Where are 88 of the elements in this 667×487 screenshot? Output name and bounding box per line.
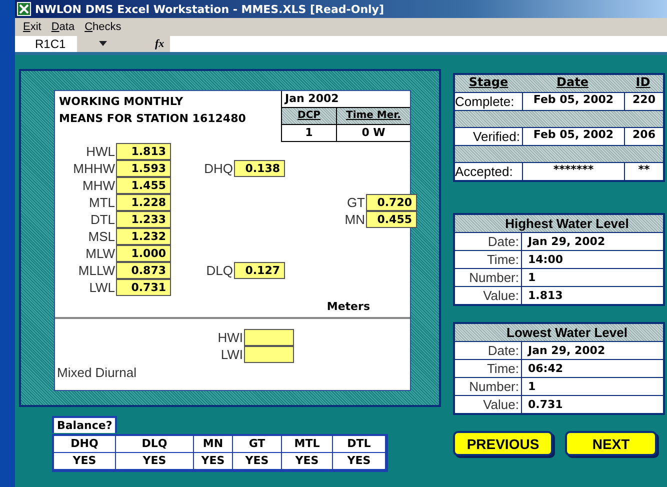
stage-column-header: Stage <box>468 75 510 91</box>
row-value: 1 <box>527 379 537 395</box>
inequality-label: DLQ <box>205 262 233 279</box>
table-title: Lowest Water Level <box>455 324 663 341</box>
range-label: MN <box>344 211 365 228</box>
interval-value <box>244 329 294 346</box>
datum-label: LWL <box>88 279 115 296</box>
range-value: 0.455 <box>366 211 417 228</box>
datum-value: 1.813 <box>116 143 171 160</box>
balance-header: DHQ <box>54 436 116 453</box>
datum-value: 1.593 <box>116 160 171 177</box>
dcp-header: DCP <box>282 108 336 124</box>
formula-field[interactable] <box>170 36 667 52</box>
datum-value: 1.455 <box>116 177 171 194</box>
datum-label: MSL <box>87 228 115 245</box>
range-value: 0.720 <box>366 194 417 211</box>
datum-label: MLW <box>84 245 115 262</box>
balance-header: DTL <box>333 436 386 453</box>
inequality-value: 0.127 <box>234 262 285 279</box>
time-meridian-header: Time Mer. <box>336 108 410 124</box>
interval-label: HWI <box>216 329 243 346</box>
row-label: Date: <box>455 342 522 359</box>
row-value: 0.731 <box>527 397 564 413</box>
menu-item[interactable]: Exit <box>23 20 42 32</box>
datum-value: 0.731 <box>116 279 171 296</box>
balance-cell: YES <box>194 453 233 470</box>
datum-label: MLLW <box>77 262 115 279</box>
balance-title: Balance? <box>52 416 118 433</box>
row-label: Number: <box>455 378 522 395</box>
stage-date: ******* <box>522 163 624 180</box>
balance-header: GT <box>233 436 282 453</box>
datum-label: DTL <box>89 211 115 228</box>
dropdown-caret-icon[interactable] <box>99 41 107 46</box>
balance-header: MTL <box>282 436 333 453</box>
stage-name: Verified: <box>472 128 521 145</box>
datum-label: HWL <box>85 143 115 160</box>
stage-column-header: ID <box>634 75 652 91</box>
balance-cell: YES <box>333 453 386 470</box>
row-value: 14:00 <box>527 252 564 268</box>
function-label: fx <box>155 38 164 50</box>
inequality-label: DHQ <box>203 160 233 177</box>
stage-name: Accepted: <box>455 163 514 180</box>
time-meridian-cell: 0 W <box>336 125 410 141</box>
balance-header: DLQ <box>116 436 194 453</box>
inequality-value: 0.138 <box>234 160 285 177</box>
row-value: Jan 29, 2002 <box>526 234 606 250</box>
row-label: Value: <box>455 396 522 413</box>
station-title-line: MEANS FOR STATION 1612480 <box>59 111 246 127</box>
spreadsheet-icon <box>17 2 31 16</box>
row-label: Time: <box>455 251 522 268</box>
row-label: Date: <box>455 233 522 250</box>
row-value: Jan 29, 2002 <box>526 343 606 359</box>
row-value: 1 <box>527 270 537 286</box>
balance-cell: YES <box>54 453 116 470</box>
datum-value: 1.232 <box>116 228 171 245</box>
stage-name: Complete: <box>455 93 516 110</box>
datum-label: MHHW <box>72 160 115 177</box>
row-label: Number: <box>455 269 522 286</box>
table-title: Highest Water Level <box>455 215 663 232</box>
row-label: Value: <box>455 287 522 304</box>
stage-id: ** <box>624 163 663 180</box>
row-label: Time: <box>455 360 522 377</box>
row-value: 06:42 <box>527 361 564 377</box>
range-label: GT <box>346 194 365 211</box>
units-label: Meters <box>326 300 371 313</box>
datum-value: 1.233 <box>116 211 171 228</box>
menu-item[interactable]: Checks <box>84 20 122 32</box>
balance-cell: YES <box>116 453 194 470</box>
tide-type-label: Mixed Diurnal <box>56 365 138 380</box>
window-title: NWLON DMS Excel Workstation - MMES.XLS [Read-Only] <box>35 2 384 16</box>
datum-value: 1.228 <box>116 194 171 211</box>
dcp-cell-text: 1 <box>304 125 314 141</box>
balance-cell: YES <box>233 453 282 470</box>
stage-column-header: Date <box>556 75 590 91</box>
row-value: 1.813 <box>527 288 564 304</box>
name-box[interactable]: R1C1 <box>15 36 77 52</box>
nav-button[interactable]: PREVIOUS <box>453 431 553 456</box>
balance-cell: YES <box>282 453 333 470</box>
datum-value: 1.000 <box>116 245 171 262</box>
menu-item[interactable]: Data <box>51 20 75 32</box>
datum-label: MHW <box>82 177 115 194</box>
datum-label: MTL <box>88 194 115 211</box>
interval-value <box>244 346 294 363</box>
station-title-line: WORKING MONTHLY <box>59 94 184 110</box>
interval-label: LWI <box>220 346 243 363</box>
datum-value: 0.873 <box>116 262 171 279</box>
balance-header: MN <box>194 436 233 453</box>
nav-button[interactable]: NEXT <box>565 431 657 456</box>
